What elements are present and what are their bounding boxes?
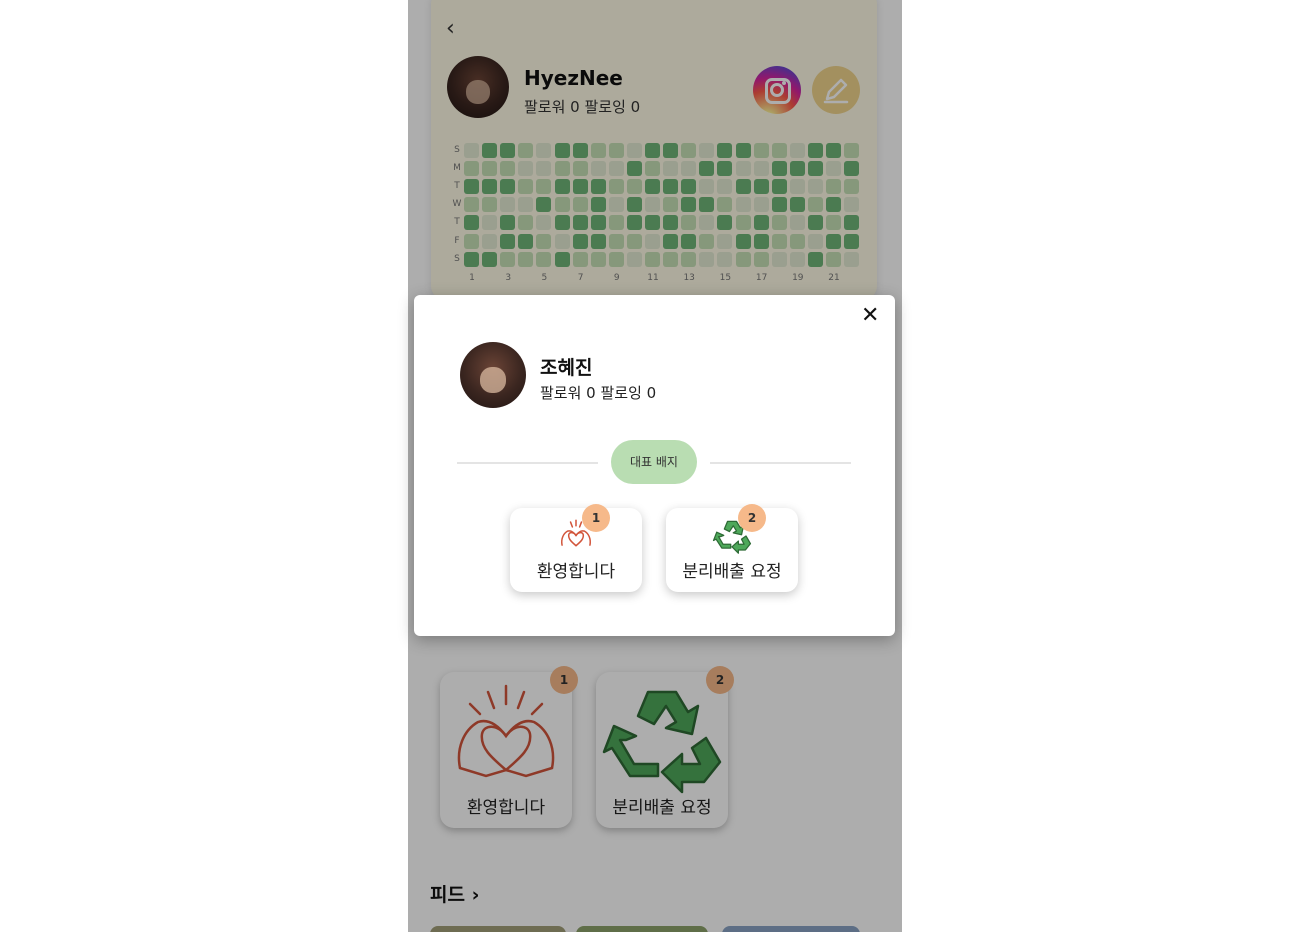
close-icon[interactable]: ✕: [861, 303, 879, 328]
modal-avatar: [460, 342, 526, 408]
modal-badge-welcome[interactable]: 환영합니다 1: [510, 504, 642, 592]
badge-label: 분리배출 요정: [682, 562, 782, 582]
divider: [457, 462, 598, 464]
modal-username: 조혜진: [540, 357, 593, 379]
profile-badge-modal: ✕ 조혜진 팔로워 0 팔로잉 0 대표 배지 환영합니다 1 분리배출 요정 …: [414, 295, 895, 636]
badge-count: 1: [582, 504, 610, 532]
badge-label: 환영합니다: [536, 562, 616, 582]
modal-badge-recycle[interactable]: 분리배출 요정 2: [666, 504, 798, 592]
badge-count: 2: [738, 504, 766, 532]
divider: [710, 462, 851, 464]
representative-badge-pill: 대표 배지: [611, 440, 697, 484]
modal-follow-stats: 팔로워 0 팔로잉 0: [540, 384, 657, 402]
